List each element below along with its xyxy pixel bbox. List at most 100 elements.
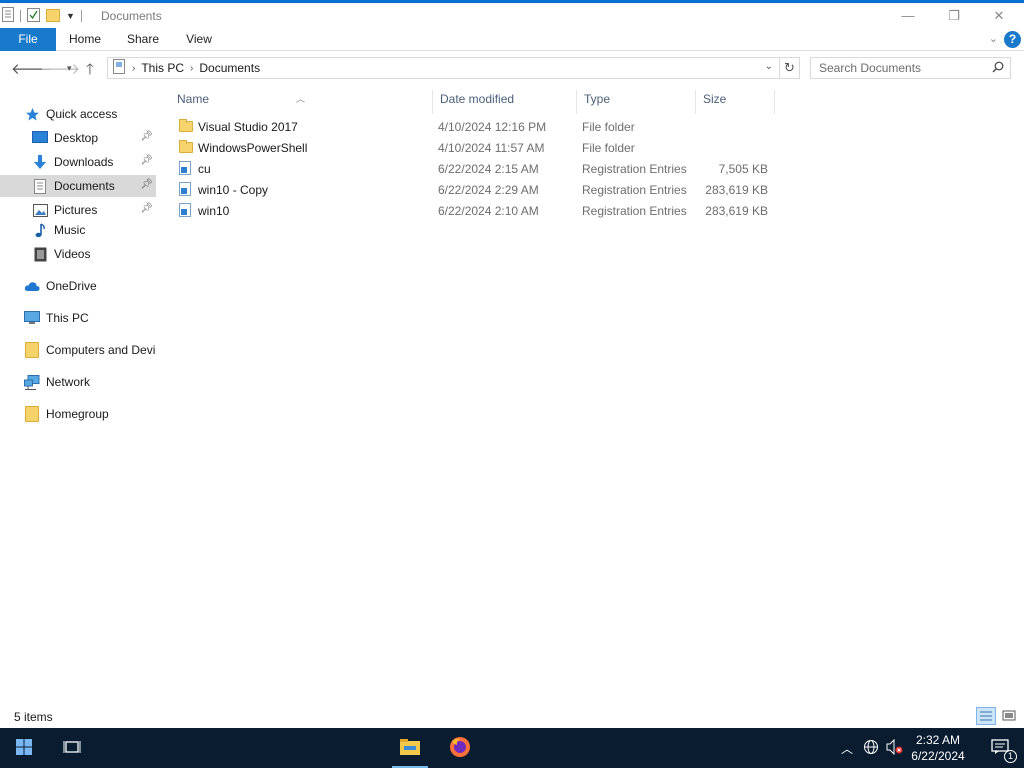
folder-icon — [179, 119, 194, 134]
pin-icon[interactable]: 📌︎ — [140, 179, 153, 190]
file-name: win10 - Copy — [198, 183, 269, 197]
sidebar-item-label: Desktop — [54, 131, 99, 145]
folder-icon — [24, 406, 40, 422]
download-arrow-icon — [32, 154, 48, 170]
sidebar-item-computers-and-devices[interactable]: Computers and Devices — [0, 339, 156, 361]
sort-ascending-icon: ︿ — [296, 94, 306, 104]
sidebar-item-this-pc[interactable]: This PC — [0, 307, 156, 329]
search-icon[interactable] — [992, 61, 1004, 76]
search-box[interactable] — [810, 57, 1011, 79]
pin-icon[interactable]: 📌︎ — [140, 131, 153, 142]
sidebar-item-documents[interactable]: Documents 📌︎ — [0, 175, 156, 197]
action-center-button[interactable]: 1 — [980, 728, 1020, 768]
clock[interactable]: 2:32 AM 6/22/2024 — [902, 732, 974, 764]
sidebar-item-label: Pictures — [54, 203, 98, 217]
title-bar[interactable]: ▼ Documents — ❐ ✕ — [0, 3, 1024, 28]
sidebar-item-homegroup[interactable]: Homegroup — [0, 403, 156, 425]
status-bar: 5 items — [0, 704, 1024, 728]
table-row[interactable]: cu 6/22/2024 2:15 AM Registration Entrie… — [170, 159, 770, 180]
registry-file-icon — [179, 203, 194, 218]
globe-icon — [863, 739, 879, 758]
large-icons-view-button[interactable] — [999, 707, 1019, 725]
table-row[interactable]: WindowsPowerShell 4/10/2024 11:57 AM Fil… — [170, 138, 770, 159]
tab-file[interactable]: File — [0, 28, 56, 51]
network-status-button[interactable] — [860, 728, 882, 768]
close-button[interactable]: ✕ — [976, 3, 1022, 28]
registry-file-icon — [179, 182, 194, 197]
details-view-icon — [977, 711, 995, 727]
star-icon — [24, 106, 40, 122]
address-bar[interactable]: › This PC › Documents ⌄ ↻ — [107, 57, 800, 79]
tab-share[interactable]: Share — [120, 28, 166, 51]
checkmark-icon[interactable] — [27, 7, 40, 25]
sidebar-item-music[interactable]: Music — [0, 219, 156, 241]
sidebar-item-label: Quick access — [46, 107, 118, 121]
breadcrumb-separator-icon: › — [190, 62, 194, 74]
details-view-button[interactable] — [976, 707, 996, 725]
firefox-taskbar-button[interactable] — [436, 728, 484, 768]
sidebar-item-label: OneDrive — [46, 279, 97, 293]
show-hidden-icons-button[interactable]: ︿ — [836, 728, 858, 768]
column-header-date[interactable]: Date modified — [432, 90, 576, 114]
sidebar-item-pictures[interactable]: Pictures 📌︎ — [0, 199, 156, 221]
toolbar-separator — [20, 10, 21, 22]
cloud-icon — [24, 278, 40, 294]
file-type: File folder — [582, 120, 635, 134]
file-size: 283,619 KB — [705, 183, 768, 197]
pin-icon[interactable]: 📌︎ — [140, 203, 153, 214]
sidebar-item-downloads[interactable]: Downloads 📌︎ — [0, 151, 156, 173]
close-icon: ✕ — [993, 7, 1005, 23]
sidebar-item-label: Downloads — [54, 155, 114, 169]
file-name: Visual Studio 2017 — [198, 120, 298, 134]
pin-icon[interactable]: 📌︎ — [140, 155, 153, 166]
file-size: 7,505 KB — [718, 162, 768, 176]
sidebar-item-quick-access[interactable]: Quick access — [0, 103, 156, 125]
firefox-icon — [449, 736, 471, 761]
refresh-icon[interactable]: ↻ — [779, 58, 799, 78]
address-dropdown-icon[interactable]: ⌄ — [765, 61, 773, 72]
search-input[interactable] — [811, 58, 986, 78]
restore-button[interactable]: ❐ — [931, 3, 977, 28]
breadcrumb-documents[interactable]: Documents — [199, 61, 260, 75]
large-icons-view-icon — [1000, 710, 1018, 727]
table-row[interactable]: win10 - Copy 6/22/2024 2:29 AM Registrat… — [170, 180, 770, 201]
breadcrumb-this-pc[interactable]: This PC — [141, 61, 184, 75]
music-note-icon — [32, 222, 48, 238]
task-view-button[interactable] — [48, 728, 96, 768]
file-explorer-taskbar-button[interactable] — [386, 728, 434, 768]
folder-icon — [24, 342, 40, 358]
file-date: 6/22/2024 2:10 AM — [438, 204, 539, 218]
table-row[interactable]: Visual Studio 2017 4/10/2024 12:16 PM Fi… — [170, 117, 770, 138]
tab-home[interactable]: Home — [62, 28, 108, 51]
file-name: cu — [198, 162, 211, 176]
column-header-size[interactable]: Size — [695, 90, 775, 114]
forward-arrow-icon[interactable]: 🡒 — [40, 59, 80, 78]
table-row[interactable]: win10 6/22/2024 2:10 AM Registration Ent… — [170, 201, 770, 222]
sidebar-item-onedrive[interactable]: OneDrive — [0, 275, 156, 297]
expand-ribbon-icon[interactable]: ⌄ — [989, 32, 998, 45]
sidebar-item-network[interactable]: Network — [0, 371, 156, 393]
file-date: 4/10/2024 12:16 PM — [438, 120, 547, 134]
address-row: 🡐 🡒 ▾ 🡑 › This PC › Documents ⌄ ↻ — [0, 52, 1024, 84]
up-arrow-icon[interactable]: 🡑 — [86, 59, 94, 84]
file-list: Name ︿ Date modified Type Size Visual St… — [170, 84, 1024, 704]
file-date: 6/22/2024 2:29 AM — [438, 183, 539, 197]
properties-icon[interactable] — [2, 7, 14, 25]
sidebar-item-desktop[interactable]: Desktop 📌︎ — [0, 127, 156, 149]
file-explorer-icon — [399, 738, 421, 759]
recent-locations-chevron-icon[interactable]: ▾ — [67, 63, 72, 74]
video-icon — [32, 246, 48, 262]
folder-icon — [179, 140, 194, 155]
column-header-type[interactable]: Type — [576, 90, 695, 114]
sidebar-item-videos[interactable]: Videos — [0, 243, 156, 265]
new-folder-icon[interactable] — [46, 8, 60, 25]
tab-view[interactable]: View — [176, 28, 222, 51]
help-button[interactable]: ? — [1004, 31, 1021, 48]
start-button[interactable] — [0, 728, 48, 768]
minimize-button[interactable]: — — [885, 3, 931, 28]
file-date: 4/10/2024 11:57 AM — [438, 141, 545, 155]
customize-chevron-icon[interactable]: ▼ — [66, 11, 75, 21]
ribbon-tabs: File Home Share View ⌄ ? — [0, 28, 1024, 51]
file-name: WindowsPowerShell — [198, 141, 308, 155]
column-header-name[interactable]: Name ︿ — [170, 90, 432, 114]
